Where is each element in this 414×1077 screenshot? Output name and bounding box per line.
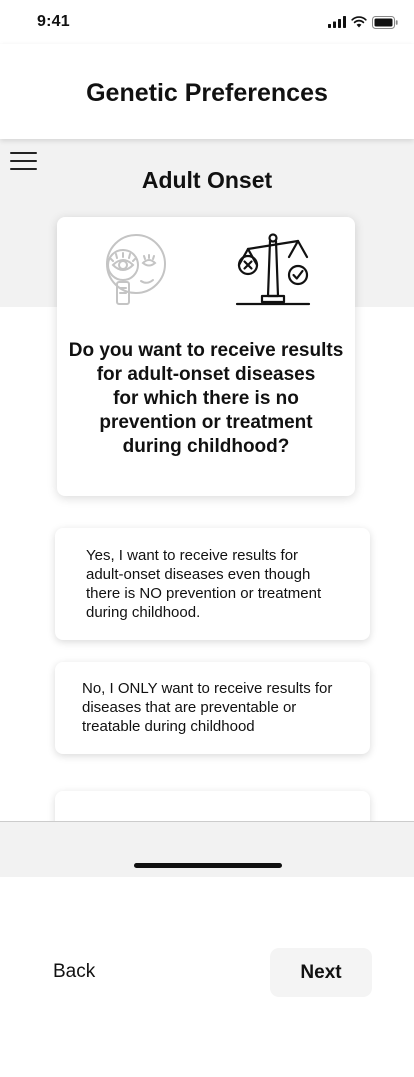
back-button[interactable]: Back bbox=[53, 961, 95, 983]
status-bar: 9:41 bbox=[0, 0, 414, 44]
option-no-card[interactable]: No, I ONLY want to receive results for d… bbox=[55, 662, 370, 754]
home-indicator[interactable] bbox=[134, 863, 282, 868]
question-line: for adult-onset diseases bbox=[96, 364, 316, 385]
wifi-icon bbox=[351, 16, 367, 28]
option-text-line: Yes, I want to receive results for bbox=[86, 547, 299, 564]
option-text-line: diseases that are preventable or bbox=[82, 699, 297, 716]
question-text: Do you want to receive results for adult… bbox=[57, 339, 355, 459]
page-title: Genetic Preferences bbox=[86, 79, 328, 107]
question-line: during childhood? bbox=[122, 436, 290, 457]
status-icons bbox=[328, 15, 398, 29]
question-line: Do you want to receive results bbox=[68, 340, 344, 361]
next-button[interactable]: Next bbox=[270, 948, 372, 997]
status-time: 9:41 bbox=[37, 13, 70, 30]
bottom-panel bbox=[0, 821, 414, 877]
battery-icon bbox=[372, 15, 398, 29]
option-text-line: treatable during childhood bbox=[82, 718, 255, 735]
option-text-line: No, I ONLY want to receive results for bbox=[82, 680, 333, 697]
question-card: Do you want to receive results for adult… bbox=[57, 217, 355, 496]
app-header: Genetic Preferences bbox=[0, 44, 414, 139]
eye-magnifier-icon bbox=[106, 234, 166, 305]
balance-scale-icon bbox=[235, 233, 311, 306]
question-line: prevention or treatment bbox=[99, 412, 313, 433]
option-text-line: adult-onset diseases even though bbox=[86, 566, 311, 583]
option-text-line: during childhood. bbox=[86, 604, 201, 621]
cellular-signal-icon bbox=[328, 16, 346, 28]
section-title: Adult Onset bbox=[141, 167, 273, 193]
option-yes-card[interactable]: Yes, I want to receive results for adult… bbox=[55, 528, 370, 640]
question-line: for which there is no bbox=[113, 388, 299, 409]
option-text-line: there is NO prevention or treatment bbox=[86, 585, 322, 602]
